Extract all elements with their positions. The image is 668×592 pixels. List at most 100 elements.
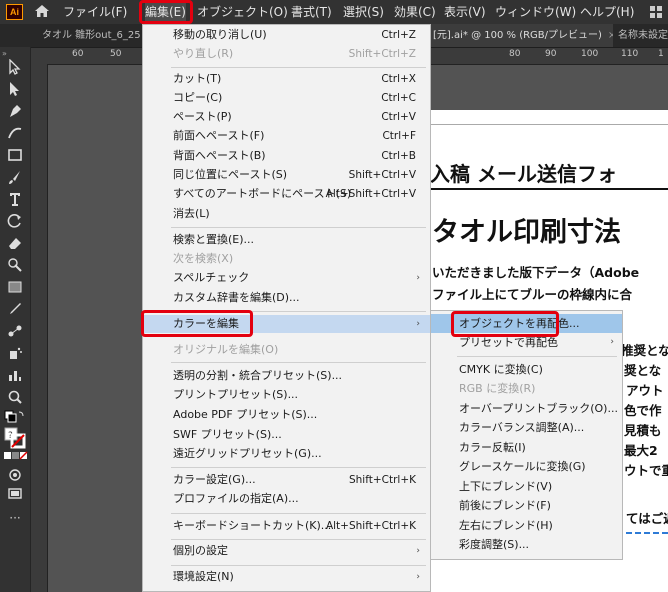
menu-item-label: ペースト(P) <box>173 110 232 123</box>
curvature-tool-icon[interactable] <box>7 125 23 141</box>
submenu-item-blend-horizontally[interactable]: 左右にブレンド(H) <box>431 516 622 535</box>
menu-select[interactable]: 選択(S) <box>343 0 384 24</box>
shape-builder-tool-icon[interactable] <box>7 257 23 273</box>
menu-separator <box>171 67 426 68</box>
eraser-tool-icon[interactable] <box>7 235 23 251</box>
menu-item-color-settings[interactable]: カラー設定(G)... Shift+Ctrl+K <box>143 471 430 489</box>
menu-item-print-presets[interactable]: プリントプリセット(S)... <box>143 386 430 404</box>
menu-item-label: 透明の分割・統合プリセット(S)... <box>173 369 343 382</box>
menu-item-swf-presets[interactable]: SWF プリセット(S)... <box>143 426 430 444</box>
menu-file[interactable]: ファイル(F) <box>63 0 127 24</box>
draw-mode-icon[interactable] <box>7 467 23 483</box>
submenu-item-label: プリセットで再配色 <box>459 336 558 349</box>
artboard-text-line: ウトで重 <box>624 463 668 478</box>
menu-effect[interactable]: 効果(C) <box>394 0 436 24</box>
fill-stroke-icon[interactable]: ? <box>4 427 28 449</box>
menu-item-edit-colors[interactable]: カラーを編集 › <box>143 315 430 333</box>
menu-item-assign-profile[interactable]: プロファイルの指定(A)... <box>143 490 430 508</box>
menu-item-paste[interactable]: ペースト(P) Ctrl+V <box>143 108 430 126</box>
shortcut-label: Alt+Shift+Ctrl+V <box>325 188 416 200</box>
menu-item-edit-original[interactable]: オリジナルを編集(O) <box>143 341 430 359</box>
submenu-item-recolor-artwork[interactable]: オブジェクトを再配色... <box>431 314 622 333</box>
submenu-item-label: オブジェクトを再配色... <box>459 317 580 330</box>
menu-separator <box>171 227 426 228</box>
menu-item-label: 消去(L) <box>173 207 210 220</box>
zoom-tool-icon[interactable] <box>7 389 23 405</box>
submenu-item-blend-vertically[interactable]: 上下にブレンド(V) <box>431 477 622 496</box>
blend-tool-icon[interactable] <box>7 323 23 339</box>
menu-item-keyboard-shortcuts[interactable]: キーボードショートカット(K)... Alt+Shift+Ctrl+K <box>143 517 430 535</box>
submenu-item-label: CMYK に変換(C) <box>459 363 543 376</box>
menu-object[interactable]: オブジェクト(O) <box>197 0 288 24</box>
tab-document-1[interactable]: タオル 雛形out_6_25 [拡 <box>38 24 146 47</box>
submenu-item-overprint-black[interactable]: オーバープリントブラック(O)... <box>431 399 622 418</box>
swap-fill-stroke-icon[interactable] <box>4 409 26 423</box>
menu-edit[interactable]: 編集(E) <box>145 0 186 24</box>
submenu-arrow-icon: › <box>610 337 614 347</box>
menu-item-copy[interactable]: コピー(C) Ctrl+C <box>143 89 430 107</box>
submenu-item-saturate[interactable]: 彩度調整(S)... <box>431 535 622 554</box>
shortcut-label: Alt+Shift+Ctrl+K <box>325 520 416 532</box>
menu-item-undo[interactable]: 移動の取り消し(U) Ctrl+Z <box>143 26 430 44</box>
type-tool-icon[interactable] <box>7 191 23 207</box>
menu-item-spell-check[interactable]: スペルチェック › <box>143 269 430 287</box>
tab-document-3[interactable]: 名称未設定 <box>614 24 668 47</box>
menu-item-edit-dictionary[interactable]: カスタム辞書を編集(D)... <box>143 289 430 307</box>
menu-item-label: カスタム辞書を編集(D)... <box>173 291 300 304</box>
menu-item-flattener-presets[interactable]: 透明の分割・統合プリセット(S)... <box>143 367 430 385</box>
artboard-text-line: アウト <box>626 383 664 398</box>
collapse-chevron-icon[interactable]: » <box>2 49 7 58</box>
menu-separator <box>171 513 426 514</box>
paintbrush-tool-icon[interactable] <box>7 169 23 185</box>
menu-item-paste-in-front[interactable]: 前面へペースト(F) Ctrl+F <box>143 127 430 145</box>
ruler-label: 110 <box>621 49 639 59</box>
workspace-grid-icon[interactable] <box>650 6 662 18</box>
screen-mode-icon[interactable] <box>7 485 23 501</box>
submenu-arrow-icon: › <box>416 546 420 556</box>
menu-item-find-next[interactable]: 次を検索(X) <box>143 250 430 268</box>
menu-separator <box>171 362 426 363</box>
menu-item-find-replace[interactable]: 検索と置換(E)... <box>143 231 430 249</box>
direct-selection-tool-icon[interactable] <box>7 81 23 97</box>
submenu-item-blend-front-to-back[interactable]: 前後にブレンド(F) <box>431 496 622 515</box>
menu-item-my-settings[interactable]: 個別の設定 › <box>143 542 430 560</box>
color-mode-icon[interactable] <box>4 451 28 461</box>
submenu-item-label: RGB に変換(R) <box>459 382 536 395</box>
rotate-tool-icon[interactable] <box>7 213 23 229</box>
home-icon[interactable] <box>34 3 50 19</box>
shortcut-label: Ctrl+X <box>381 73 416 85</box>
menu-item-redo[interactable]: やり直し(R) Shift+Ctrl+Z <box>143 45 430 63</box>
shortcut-label: Shift+Ctrl+K <box>348 474 416 486</box>
menu-item-paste-in-place[interactable]: 同じ位置にペースト(S) Shift+Ctrl+V <box>143 166 430 184</box>
submenu-item-label: カラー反転(I) <box>459 441 526 454</box>
selection-tool-icon[interactable] <box>7 59 23 75</box>
menu-type[interactable]: 書式(T) <box>291 0 332 24</box>
gradient-tool-icon[interactable] <box>7 279 23 295</box>
submenu-item-recolor-with-preset[interactable]: プリセットで再配色 › <box>431 333 622 352</box>
menu-help[interactable]: ヘルプ(H) <box>580 0 634 24</box>
menu-window[interactable]: ウィンドウ(W) <box>495 0 576 24</box>
menu-view[interactable]: 表示(V) <box>444 0 486 24</box>
pen-tool-icon[interactable] <box>7 103 23 119</box>
menu-item-pdf-presets[interactable]: Adobe PDF プリセット(S)... <box>143 406 430 424</box>
menu-item-clear[interactable]: 消去(L) <box>143 205 430 223</box>
submenu-item-invert-colors[interactable]: カラー反転(I) <box>431 438 622 457</box>
symbol-sprayer-tool-icon[interactable] <box>7 345 23 361</box>
tab-document-2[interactable]: [元].ai* @ 100 % (RGB/プレビュー) × <box>431 24 613 47</box>
submenu-item-convert-grayscale[interactable]: グレースケールに変換(G) <box>431 457 622 476</box>
menu-item-label: 背面へペースト(B) <box>173 149 266 162</box>
submenu-item-convert-cmyk[interactable]: CMYK に変換(C) <box>431 360 622 379</box>
submenu-item-adjust-color-balance[interactable]: カラーバランス調整(A)... <box>431 418 622 437</box>
menu-item-paste-all-artboards[interactable]: すべてのアートボードにペースト(S) Alt+Shift+Ctrl+V <box>143 185 430 203</box>
tab-close-icon[interactable]: × <box>608 30 613 41</box>
eyedropper-tool-icon[interactable] <box>7 301 23 317</box>
menu-item-preferences[interactable]: 環境設定(N) › <box>143 568 430 586</box>
more-tools-icon[interactable]: ··· <box>7 511 23 527</box>
submenu-item-convert-rgb[interactable]: RGB に変換(R) <box>431 379 622 398</box>
menu-item-paste-in-back[interactable]: 背面へペースト(B) Ctrl+B <box>143 147 430 165</box>
shortcut-label: Ctrl+B <box>381 150 416 162</box>
menu-item-cut[interactable]: カット(T) Ctrl+X <box>143 70 430 88</box>
menu-item-perspective-grid-presets[interactable]: 遠近グリッドプリセット(G)... <box>143 445 430 463</box>
rectangle-tool-icon[interactable] <box>7 147 23 163</box>
column-graph-tool-icon[interactable] <box>7 367 23 383</box>
